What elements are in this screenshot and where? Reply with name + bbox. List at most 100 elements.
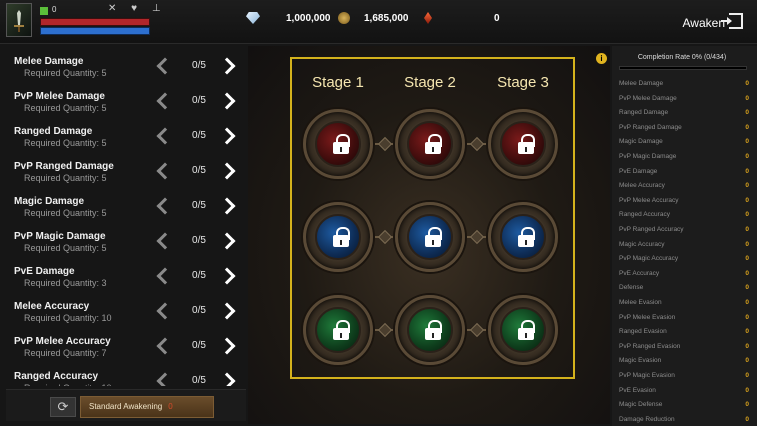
- stat-row: Magic Accuracy 0: [612, 238, 757, 252]
- awaken-node[interactable]: [488, 295, 558, 365]
- stat-row: Ranged Damage 0: [612, 106, 757, 120]
- stats-panel[interactable]: Completion Rate 0% (0/434) Melee Damage 0…: [612, 46, 757, 426]
- enhancement-row: PvP Melee Accuracy Required Quantity: 7 0/…: [6, 326, 246, 361]
- stat-row: PvP Ranged Evasion 0: [612, 340, 757, 354]
- awaken-node[interactable]: [395, 295, 465, 365]
- enhancement-name: Melee Damage: [14, 56, 84, 67]
- enhancement-row: Melee Damage Required Quantity: 5 0/5: [6, 46, 246, 81]
- required-quantity: Required Quantity: 10: [24, 313, 112, 323]
- stat-row: Damage Reduction 0: [612, 413, 757, 426]
- stat-value: 0: [745, 357, 749, 365]
- decrease-arrow-icon[interactable]: [156, 302, 168, 320]
- increase-arrow-icon[interactable]: [222, 127, 234, 145]
- keyhole: [432, 147, 434, 152]
- stat-name: Damage Reduction: [619, 415, 675, 423]
- decrease-arrow-icon[interactable]: [156, 92, 168, 110]
- decrease-arrow-icon[interactable]: [156, 197, 168, 215]
- stat-value: 0: [745, 240, 749, 248]
- status-effect-icons[interactable]: ✕ ♥ ⊥: [108, 3, 167, 14]
- enhancement-name: PvE Damage: [14, 266, 75, 277]
- stat-name: Ranged Damage: [619, 109, 669, 117]
- info-icon[interactable]: i: [596, 53, 607, 64]
- keyhole: [525, 240, 527, 245]
- red-crystal-icon: [424, 12, 432, 24]
- required-quantity: Required Quantity: 5: [24, 68, 107, 78]
- increase-arrow-icon[interactable]: [222, 337, 234, 355]
- character-level: 0: [52, 5, 57, 14]
- completion-rate-label: Completion Rate 0% (0/434): [637, 54, 727, 61]
- character-avatar[interactable]: [6, 3, 32, 37]
- increase-arrow-icon[interactable]: [222, 372, 234, 386]
- enhancement-list[interactable]: Melee Damage Required Quantity: 5 0/5 PvP M…: [6, 46, 246, 386]
- node-connector: [467, 143, 486, 145]
- stat-name: Defense: [619, 284, 644, 292]
- stat-value: 0: [745, 269, 749, 277]
- stat-name: PvP Magic Accuracy: [619, 255, 679, 263]
- awaken-node[interactable]: [303, 295, 373, 365]
- decrease-arrow-icon[interactable]: [156, 267, 168, 285]
- stat-row: Melee Evasion 0: [612, 296, 757, 310]
- diamond-currency: 1,000,000: [246, 10, 331, 26]
- keyhole: [525, 147, 527, 152]
- stat-name: Melee Damage: [619, 80, 664, 87]
- decrease-arrow-icon[interactable]: [156, 372, 168, 386]
- increase-arrow-icon[interactable]: [222, 232, 234, 250]
- page-title: Awaken: [682, 16, 725, 30]
- exit-icon[interactable]: [721, 13, 743, 29]
- increase-arrow-icon[interactable]: [222, 197, 234, 215]
- stat-name: PvP Magic Evasion: [619, 372, 675, 379]
- awaken-node[interactable]: [488, 109, 558, 179]
- stat-value: 0: [745, 415, 749, 423]
- stat-value: 0: [745, 196, 749, 204]
- awaken-node[interactable]: [395, 109, 465, 179]
- stat-value: 0: [745, 138, 749, 146]
- decrease-arrow-icon[interactable]: [156, 337, 168, 355]
- increase-arrow-icon[interactable]: [222, 162, 234, 180]
- enhancement-name: Ranged Accuracy: [14, 371, 99, 382]
- required-quantity: Required Quantity: 5: [24, 173, 107, 183]
- awaken-node[interactable]: [303, 202, 373, 272]
- stat-value: 0: [745, 123, 749, 131]
- sword-icon: [14, 10, 24, 32]
- increase-arrow-icon[interactable]: [222, 92, 234, 110]
- node-connector: [467, 329, 486, 331]
- increase-arrow-icon[interactable]: [222, 57, 234, 75]
- stat-value: 0: [745, 299, 749, 306]
- stat-row: Magic Damage 0: [612, 135, 757, 149]
- stat-value: 0: [745, 313, 749, 321]
- stat-name: Magic Evasion: [619, 357, 662, 365]
- stage-3-label: Stage 3: [497, 74, 549, 91]
- diamond-icon: [246, 12, 260, 24]
- stat-value: 0: [745, 255, 749, 263]
- stat-row: PvE Accuracy 0: [612, 267, 757, 281]
- stat-value: 0: [745, 211, 749, 219]
- awaken-node[interactable]: [488, 202, 558, 272]
- stat-name: Melee Accuracy: [619, 182, 665, 190]
- quantity-value: 0/5: [192, 60, 206, 71]
- increase-arrow-icon[interactable]: [222, 267, 234, 285]
- increase-arrow-icon[interactable]: [222, 302, 234, 320]
- stat-name: PvP Ranged Evasion: [619, 342, 681, 350]
- stat-name: PvP Ranged Damage: [619, 123, 682, 131]
- coin-icon: [338, 12, 350, 24]
- stat-name: Melee Evasion: [619, 299, 662, 306]
- standard-awakening-button[interactable]: Standard Awakening 0: [80, 396, 214, 418]
- stat-row: PvE Damage 0: [612, 165, 757, 179]
- decrease-arrow-icon[interactable]: [156, 57, 168, 75]
- stat-value: 0: [745, 328, 749, 336]
- refresh-button[interactable]: ⟳: [50, 397, 76, 417]
- decrease-arrow-icon[interactable]: [156, 127, 168, 145]
- keyhole: [525, 333, 527, 338]
- stat-name: PvE Evasion: [619, 386, 656, 394]
- stat-value: 0: [745, 80, 749, 87]
- stat-row: Ranged Evasion 0: [612, 325, 757, 339]
- decrease-arrow-icon[interactable]: [156, 232, 168, 250]
- awaken-node[interactable]: [395, 202, 465, 272]
- awakening-button-label: Standard Awakening: [89, 402, 163, 411]
- node-connector: [375, 143, 393, 145]
- awaken-node[interactable]: [303, 109, 373, 179]
- stat-name: Ranged Evasion: [619, 328, 667, 336]
- enhancement-row: PvP Ranged Damage Required Quantity: 5 0/5: [6, 151, 246, 186]
- coin-currency: 1,685,000: [338, 10, 409, 26]
- decrease-arrow-icon[interactable]: [156, 162, 168, 180]
